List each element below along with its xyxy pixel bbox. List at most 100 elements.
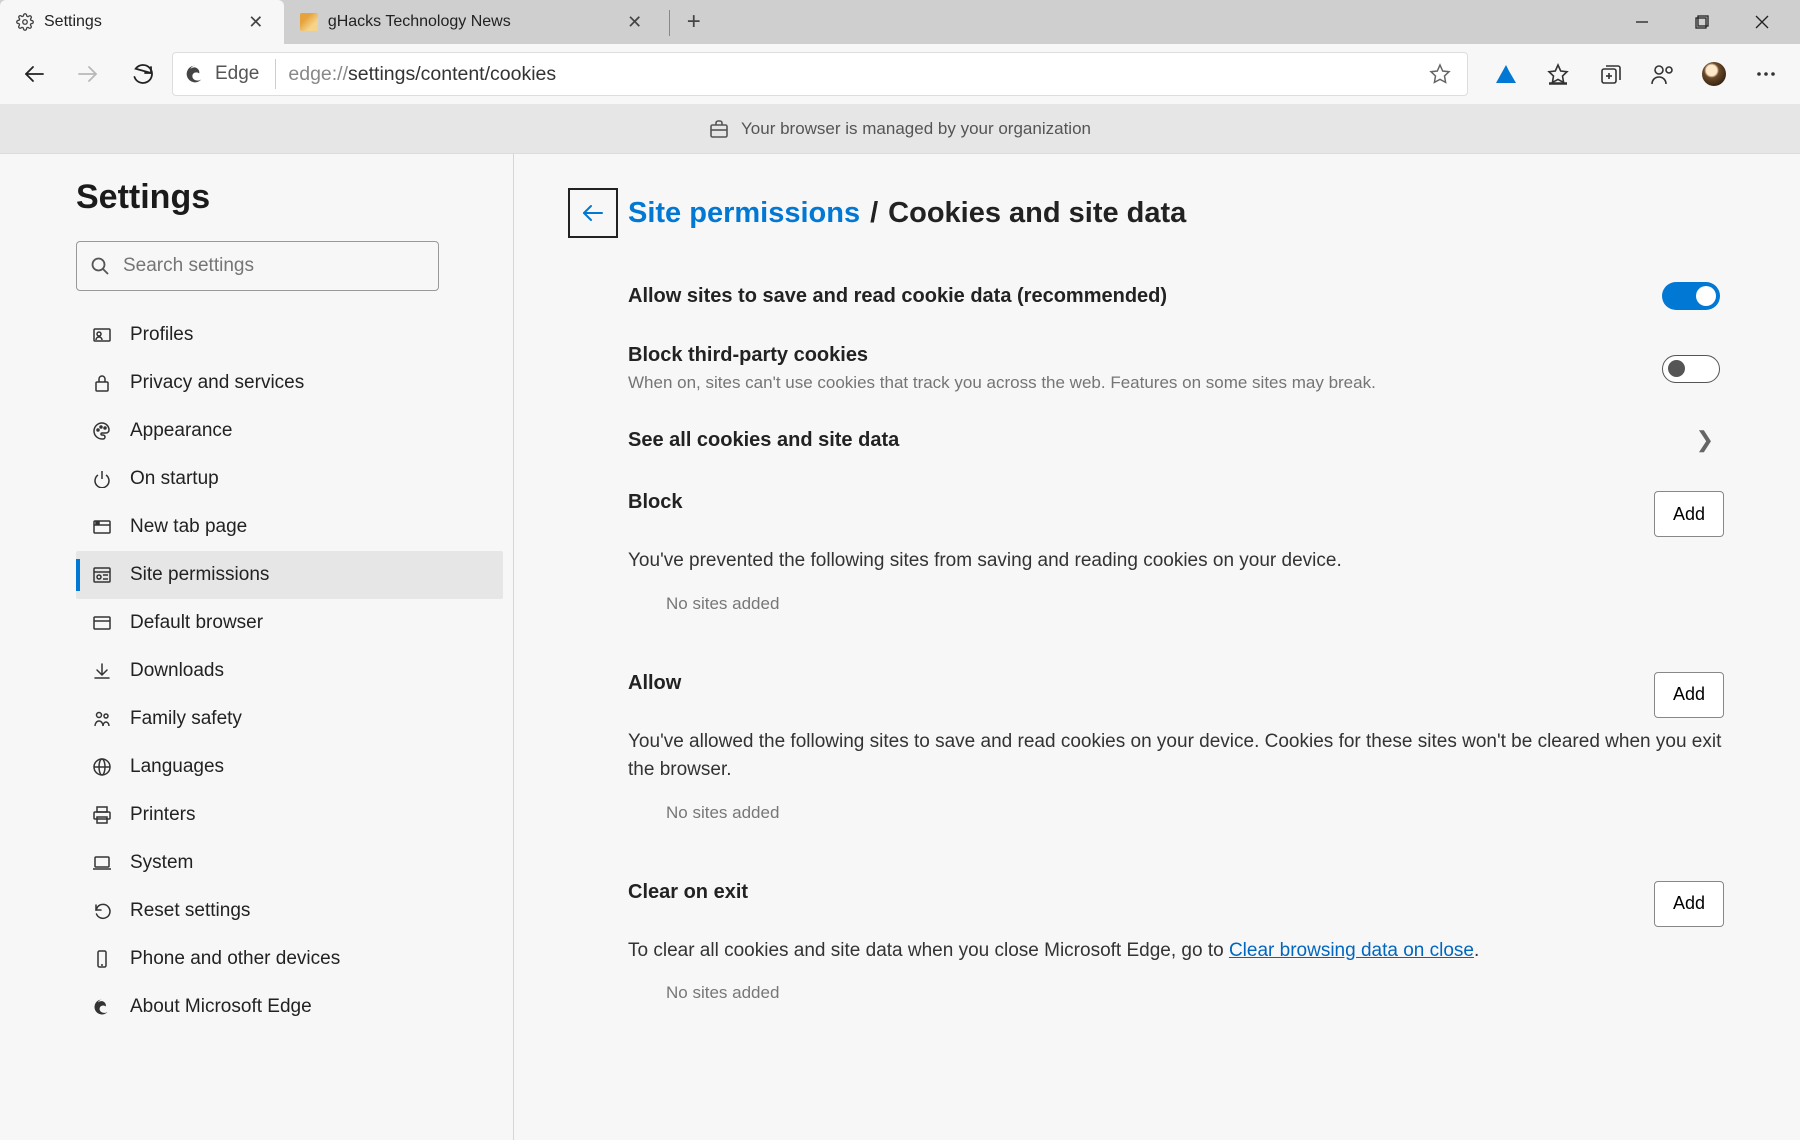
arrow-left-icon bbox=[580, 200, 606, 226]
family-icon bbox=[92, 710, 112, 728]
clear-section-title: Clear on exit bbox=[628, 881, 748, 904]
clear-add-button[interactable]: Add bbox=[1654, 881, 1724, 927]
sidebar-item-label: Privacy and services bbox=[130, 372, 304, 394]
tab-settings[interactable]: Settings ✕ bbox=[0, 0, 284, 44]
clear-section-empty: No sites added bbox=[568, 983, 1724, 1003]
sidebar-item-default-browser[interactable]: Default browser bbox=[76, 599, 503, 647]
close-icon[interactable]: ✕ bbox=[621, 8, 649, 36]
tab-separator bbox=[669, 10, 670, 36]
allow-section-empty: No sites added bbox=[568, 803, 1724, 823]
power-icon bbox=[92, 470, 112, 488]
sidebar-item-about[interactable]: About Microsoft Edge bbox=[76, 983, 503, 1031]
block-section-desc: You've prevented the following sites fro… bbox=[568, 547, 1724, 576]
sidebar-item-newtab[interactable]: New tab page bbox=[76, 503, 503, 551]
sidebar-item-system[interactable]: System bbox=[76, 839, 503, 887]
phone-icon bbox=[92, 950, 112, 968]
favorite-star-icon[interactable] bbox=[1425, 63, 1455, 85]
refresh-button[interactable] bbox=[118, 50, 166, 98]
clear-section-desc: To clear all cookies and site data when … bbox=[568, 937, 1724, 966]
tab-label: Settings bbox=[44, 13, 102, 31]
sidebar-item-privacy[interactable]: Privacy and services bbox=[76, 359, 503, 407]
settings-main: Site permissions / Cookies and site data… bbox=[514, 154, 1800, 1140]
block-section-empty: No sites added bbox=[568, 594, 1724, 614]
address-bar[interactable]: Edge edge://settings/content/cookies bbox=[172, 52, 1468, 96]
collections-button[interactable] bbox=[1586, 50, 1634, 98]
extension-button[interactable] bbox=[1482, 50, 1530, 98]
forward-button[interactable] bbox=[64, 50, 112, 98]
laptop-icon bbox=[92, 854, 112, 872]
lock-icon bbox=[92, 374, 112, 392]
edge-logo-icon bbox=[185, 64, 205, 84]
sidebar-item-label: Site permissions bbox=[130, 564, 269, 586]
maximize-button[interactable] bbox=[1672, 0, 1732, 44]
tab-icon bbox=[92, 518, 112, 536]
block-third-party-toggle[interactable] bbox=[1662, 355, 1720, 383]
sidebar-item-site-permissions[interactable]: Site permissions bbox=[76, 551, 503, 599]
minimize-button[interactable] bbox=[1612, 0, 1672, 44]
ghacks-favicon-icon bbox=[300, 13, 318, 31]
allow-section-desc: You've allowed the following sites to sa… bbox=[568, 728, 1724, 785]
sidebar-item-languages[interactable]: Languages bbox=[76, 743, 503, 791]
tab-ghacks[interactable]: gHacks Technology News ✕ bbox=[284, 0, 663, 44]
back-button[interactable] bbox=[10, 50, 58, 98]
sidebar-item-label: Default browser bbox=[130, 612, 263, 634]
search-settings-input[interactable] bbox=[76, 241, 439, 291]
sidebar-item-label: Family safety bbox=[130, 708, 242, 730]
avatar[interactable] bbox=[1690, 50, 1738, 98]
settings-sidebar: Settings Profiles Privacy and services A… bbox=[0, 154, 514, 1140]
breadcrumb-separator: / bbox=[870, 197, 878, 230]
address-identity: Edge bbox=[185, 59, 276, 89]
block-add-button[interactable]: Add bbox=[1654, 491, 1724, 537]
edge-swirl-icon bbox=[92, 998, 112, 1016]
breadcrumb: Site permissions / Cookies and site data bbox=[568, 188, 1724, 238]
allow-cookies-toggle[interactable] bbox=[1662, 282, 1720, 310]
close-icon[interactable]: ✕ bbox=[242, 8, 270, 36]
download-icon bbox=[92, 662, 112, 680]
address-prefix-label: Edge bbox=[215, 63, 259, 85]
sidebar-item-printers[interactable]: Printers bbox=[76, 791, 503, 839]
clear-browsing-data-link[interactable]: Clear browsing data on close bbox=[1229, 940, 1474, 961]
breadcrumb-current: Cookies and site data bbox=[888, 197, 1186, 230]
reset-icon bbox=[92, 902, 112, 920]
globe-icon bbox=[92, 758, 112, 776]
allow-add-button[interactable]: Add bbox=[1654, 672, 1724, 718]
allow-section-title: Allow bbox=[628, 672, 681, 695]
sidebar-item-startup[interactable]: On startup bbox=[76, 455, 503, 503]
close-window-button[interactable] bbox=[1732, 0, 1792, 44]
breadcrumb-parent-link[interactable]: Site permissions bbox=[628, 197, 860, 230]
sidebar-item-appearance[interactable]: Appearance bbox=[76, 407, 503, 455]
permissions-icon bbox=[92, 566, 112, 584]
see-all-cookies-link[interactable]: See all cookies and site data ❯ bbox=[568, 427, 1724, 453]
favorites-button[interactable] bbox=[1534, 50, 1582, 98]
see-all-cookies-label: See all cookies and site data bbox=[628, 429, 899, 452]
sidebar-item-downloads[interactable]: Downloads bbox=[76, 647, 503, 695]
gear-icon bbox=[16, 13, 34, 31]
printer-icon bbox=[92, 806, 112, 824]
sidebar-item-label: Languages bbox=[130, 756, 224, 778]
sidebar-item-phone[interactable]: Phone and other devices bbox=[76, 935, 503, 983]
allow-cookies-label: Allow sites to save and read cookie data… bbox=[628, 285, 1167, 308]
sidebar-item-profiles[interactable]: Profiles bbox=[76, 311, 503, 359]
block-third-party-desc: When on, sites can't use cookies that tr… bbox=[628, 373, 1376, 393]
sidebar-item-family[interactable]: Family safety bbox=[76, 695, 503, 743]
block-third-party-label: Block third-party cookies bbox=[628, 344, 1376, 367]
briefcase-icon bbox=[709, 119, 729, 139]
sidebar-item-label: Appearance bbox=[130, 420, 232, 442]
block-section-title: Block bbox=[628, 491, 682, 514]
breadcrumb-back-button[interactable] bbox=[568, 188, 618, 238]
managed-banner-text: Your browser is managed by your organiza… bbox=[741, 119, 1091, 139]
chevron-right-icon: ❯ bbox=[1696, 427, 1724, 453]
sidebar-item-label: Downloads bbox=[130, 660, 224, 682]
profile-button[interactable] bbox=[1638, 50, 1686, 98]
managed-banner: Your browser is managed by your organiza… bbox=[0, 104, 1800, 154]
sidebar-item-label: Profiles bbox=[130, 324, 193, 346]
search-icon bbox=[91, 257, 109, 275]
sidebar-item-label: System bbox=[130, 852, 193, 874]
sidebar-item-label: On startup bbox=[130, 468, 219, 490]
sidebar-item-label: About Microsoft Edge bbox=[130, 996, 312, 1018]
new-tab-button[interactable]: + bbox=[676, 4, 712, 40]
sidebar-item-label: Printers bbox=[130, 804, 195, 826]
sidebar-item-reset[interactable]: Reset settings bbox=[76, 887, 503, 935]
more-menu-button[interactable] bbox=[1742, 50, 1790, 98]
sidebar-item-label: New tab page bbox=[130, 516, 247, 538]
